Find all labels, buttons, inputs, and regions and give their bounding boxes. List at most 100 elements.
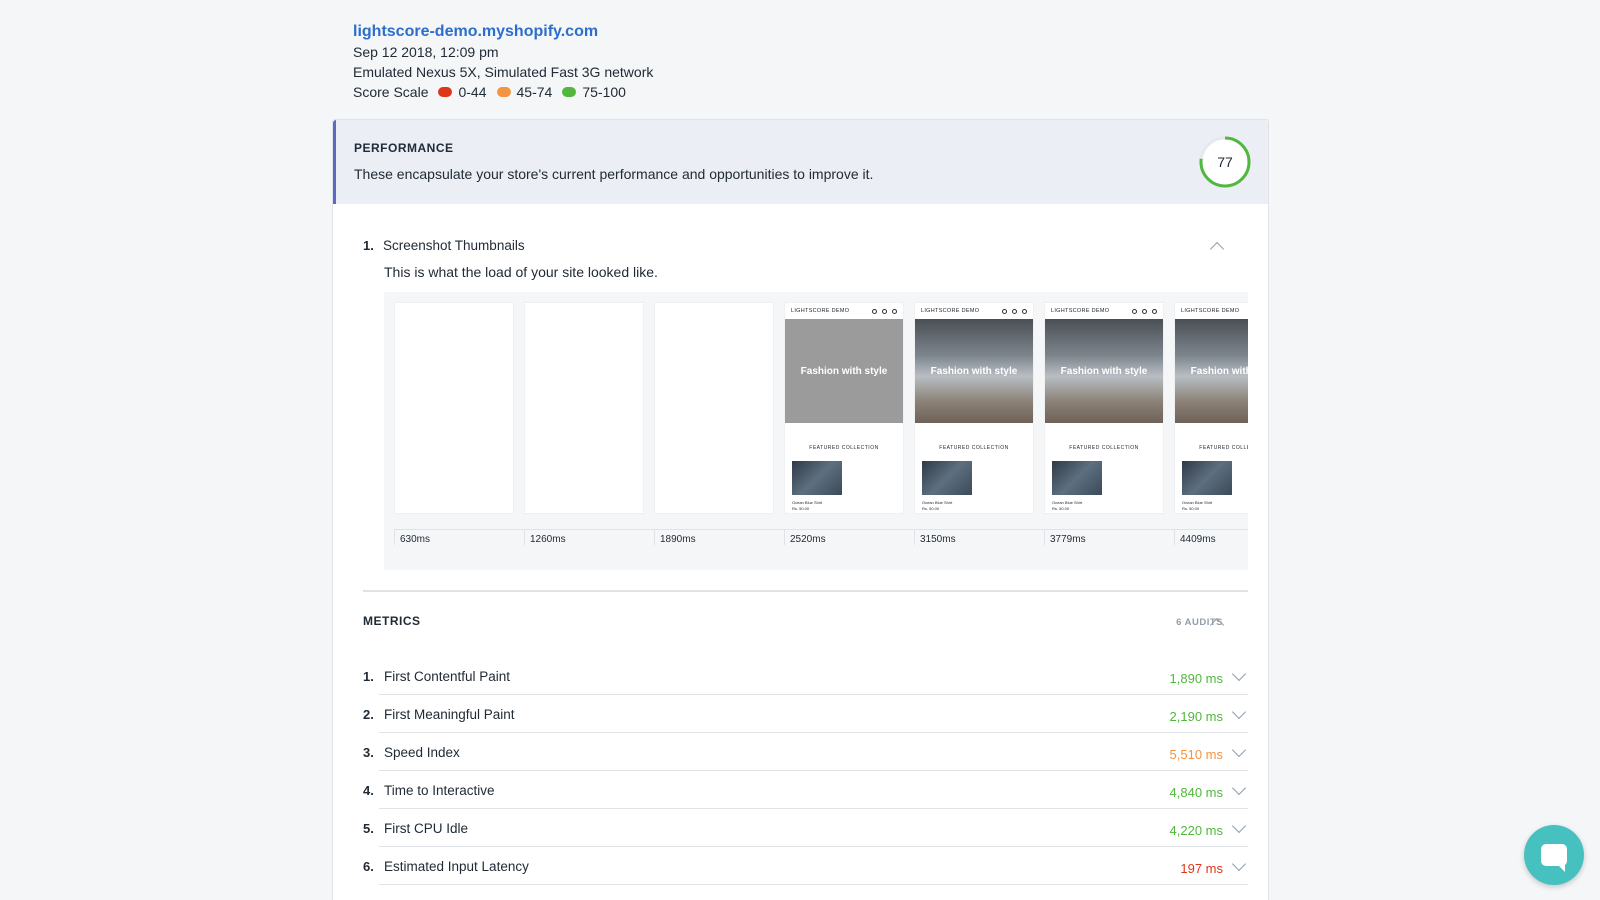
search-icon bbox=[1002, 308, 1007, 314]
filmstrip-frame bbox=[654, 302, 774, 514]
frame-collection: FEATURED COLLECTION bbox=[1199, 445, 1248, 451]
search-icon bbox=[872, 308, 877, 314]
frame-hero: Fashion with style bbox=[785, 319, 903, 423]
metric-row[interactable]: 1. First Contentful Paint 1,890 ms bbox=[363, 663, 1248, 701]
row-divider bbox=[379, 694, 1248, 695]
performance-description: These encapsulate your store's current p… bbox=[354, 166, 874, 182]
scale-red-dot bbox=[438, 87, 453, 97]
frame-collection: FEATURED COLLECTION bbox=[1069, 445, 1139, 451]
score-scale-label: Score Scale bbox=[353, 84, 429, 100]
metric-value: 197 ms bbox=[1180, 861, 1223, 876]
scale-range-mid: 45-74 bbox=[516, 84, 553, 100]
site-link[interactable]: lightscore-demo.myshopify.com bbox=[353, 22, 653, 42]
frame-product-text: Ocean Blue Shirt Rs. 50.00 bbox=[1052, 500, 1083, 511]
frame-product-image bbox=[1182, 461, 1232, 495]
menu-icon bbox=[1152, 308, 1157, 314]
metric-row[interactable]: 2. First Meaningful Paint 2,190 ms bbox=[363, 701, 1248, 739]
frame-hero: Fashion with style bbox=[915, 319, 1033, 423]
metric-row[interactable]: 6. Estimated Input Latency 197 ms bbox=[363, 853, 1248, 891]
metric-row[interactable]: 4. Time to Interactive 4,840 ms bbox=[363, 777, 1248, 815]
metric-name: Estimated Input Latency bbox=[384, 859, 529, 874]
row-divider bbox=[379, 884, 1248, 885]
row-divider bbox=[379, 808, 1248, 809]
section-divider bbox=[363, 590, 1248, 592]
frame-product-text: Ocean Blue Shirt Rs. 50.00 bbox=[922, 500, 953, 511]
thumbnails-subtitle: This is what the load of your site looke… bbox=[384, 264, 658, 280]
metric-name: Speed Index bbox=[384, 745, 460, 760]
metric-number: 6. bbox=[363, 859, 374, 874]
filmstrip[interactable]: 630ms 1260ms 1890ms LIGHTSCORE DEMO Fashion … bbox=[384, 292, 1248, 570]
timeline-tick-label: 1890ms bbox=[654, 529, 696, 545]
frame-product-text: Ocean Blue Shirt Rs. 50.00 bbox=[1182, 500, 1213, 511]
performance-score: 77 bbox=[1217, 154, 1233, 170]
metric-name: Time to Interactive bbox=[384, 783, 495, 798]
metric-row[interactable]: 3. Speed Index 5,510 ms bbox=[363, 739, 1248, 777]
row-divider bbox=[379, 732, 1248, 733]
performance-title: PERFORMANCE bbox=[354, 141, 454, 155]
chevron-down-icon[interactable] bbox=[1231, 704, 1247, 720]
timeline-tick-label: 3779ms bbox=[1044, 529, 1086, 545]
filmstrip-frame: LIGHTSCORE DEMO Fashion with style FEATURE… bbox=[1174, 302, 1248, 514]
chevron-down-icon[interactable] bbox=[1231, 742, 1247, 758]
device-info: Emulated Nexus 5X, Simulated Fast 3G net… bbox=[353, 64, 654, 80]
scale-orange-dot bbox=[496, 87, 511, 97]
metric-number: 3. bbox=[363, 745, 374, 760]
row-divider bbox=[379, 846, 1248, 847]
metric-name: First CPU Idle bbox=[384, 821, 469, 836]
metric-value: 2,190 ms bbox=[1169, 709, 1223, 724]
audit-title: Screenshot Thumbnails bbox=[383, 238, 525, 253]
timeline-tick-label: 3150ms bbox=[914, 529, 956, 545]
metrics-title: METRICS bbox=[363, 614, 421, 628]
metric-row[interactable]: 5. First CPU Idle 4,220 ms bbox=[363, 815, 1248, 853]
filmstrip-frame: LIGHTSCORE DEMO Fashion with style FEATURE… bbox=[1044, 302, 1164, 514]
metric-name: First Contentful Paint bbox=[384, 669, 511, 684]
filmstrip-frame bbox=[394, 302, 514, 514]
frame-product-image bbox=[792, 461, 842, 495]
metric-value: 4,220 ms bbox=[1169, 823, 1223, 838]
row-divider bbox=[379, 770, 1248, 771]
metric-name: First Meaningful Paint bbox=[384, 707, 515, 722]
chevron-down-icon[interactable] bbox=[1231, 818, 1247, 834]
chevron-down-icon[interactable] bbox=[1231, 780, 1247, 796]
report-date: Sep 12 2018, 12:09 pm bbox=[353, 44, 499, 60]
menu-icon bbox=[892, 308, 897, 314]
metric-value: 5,510 ms bbox=[1169, 747, 1223, 762]
score-scale: Score Scale 0-44 45-74 75-100 bbox=[353, 82, 653, 102]
filmstrip-frame: LIGHTSCORE DEMO Fashion with style FEATURE… bbox=[914, 302, 1034, 514]
frame-product-image bbox=[1052, 461, 1102, 495]
audit-number: 1. bbox=[363, 238, 374, 253]
chat-icon bbox=[1541, 844, 1567, 872]
frame-product-text: Ocean Blue Shirt Rs. 50.00 bbox=[792, 500, 823, 511]
timeline-tick-label: 2520ms bbox=[784, 529, 826, 545]
frame-product-image bbox=[922, 461, 972, 495]
frame-store-name: LIGHTSCORE DEMO bbox=[921, 308, 980, 314]
cart-icon bbox=[882, 308, 887, 314]
search-icon bbox=[1132, 308, 1137, 314]
chevron-down-icon[interactable] bbox=[1231, 856, 1247, 872]
metric-number: 1. bbox=[363, 669, 374, 684]
menu-icon bbox=[1022, 308, 1027, 314]
frame-store-name: LIGHTSCORE DEMO bbox=[1051, 308, 1110, 314]
report-header: lightscore-demo.myshopify.com Sep 12 201… bbox=[353, 22, 653, 102]
cart-icon bbox=[1142, 308, 1147, 314]
performance-header: PERFORMANCE These encapsulate your store… bbox=[333, 120, 1268, 204]
metric-value: 4,840 ms bbox=[1169, 785, 1223, 800]
timeline-tick-label: 4409ms bbox=[1174, 529, 1216, 545]
report-card: PERFORMANCE These encapsulate your store… bbox=[332, 119, 1269, 900]
filmstrip-frame: LIGHTSCORE DEMO Fashion with style FEATURE… bbox=[784, 302, 904, 514]
frame-hero: Fashion with style bbox=[1175, 319, 1248, 423]
frame-collection: FEATURED COLLECTION bbox=[939, 445, 1009, 451]
frame-store-name: LIGHTSCORE DEMO bbox=[791, 308, 850, 314]
timeline-tick-label: 630ms bbox=[394, 529, 430, 545]
metric-number: 2. bbox=[363, 707, 374, 722]
chat-button[interactable] bbox=[1524, 825, 1584, 885]
thumbnails-audit[interactable]: 1. Screenshot Thumbnails bbox=[363, 238, 1243, 253]
metric-value: 1,890 ms bbox=[1169, 671, 1223, 686]
metric-number: 5. bbox=[363, 821, 374, 836]
chevron-down-icon[interactable] bbox=[1231, 666, 1247, 682]
frame-collection: FEATURED COLLECTION bbox=[809, 445, 879, 451]
scale-range-high: 75-100 bbox=[582, 84, 626, 100]
scale-green-dot bbox=[562, 87, 577, 97]
metric-number: 4. bbox=[363, 783, 374, 798]
frame-store-name: LIGHTSCORE DEMO bbox=[1181, 308, 1240, 314]
